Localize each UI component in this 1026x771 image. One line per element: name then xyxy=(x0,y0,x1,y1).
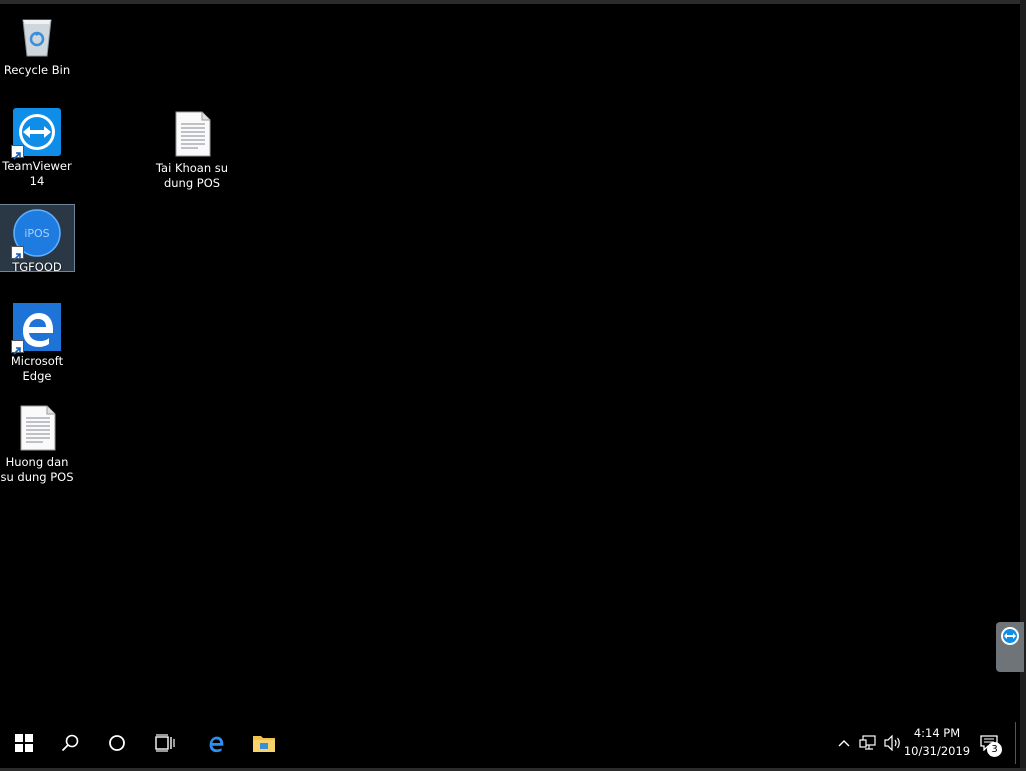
notification-count-badge: 3 xyxy=(987,742,1002,757)
taskbar-file-explorer-button[interactable] xyxy=(240,718,288,768)
desktop-icon-tai-khoan[interactable]: Tai Khoan su dung POS xyxy=(148,106,236,191)
desktop-icon-label: Microsoft Edge xyxy=(10,354,64,383)
show-desktop-button[interactable] xyxy=(1015,722,1016,764)
windows-start-icon xyxy=(15,734,33,752)
task-view-button[interactable] xyxy=(141,718,189,768)
clock-time: 4:14 PM xyxy=(913,726,961,740)
desktop-icon-label: TeamViewer 14 xyxy=(2,159,72,188)
desktop-icon-label: Recycle Bin xyxy=(3,63,71,77)
shortcut-arrow-icon xyxy=(11,246,24,261)
volume-button[interactable] xyxy=(882,718,904,768)
taskbar: 4:14 PM 10/31/2019 3 xyxy=(0,718,1020,768)
search-button[interactable] xyxy=(46,718,94,768)
network-button[interactable] xyxy=(857,718,879,768)
teamviewer-icon xyxy=(11,108,61,160)
network-icon xyxy=(859,735,876,750)
desktop-icon-label: Tai Khoan su dung POS xyxy=(155,161,229,190)
recycle-bin-icon xyxy=(13,12,61,60)
cortana-button[interactable] xyxy=(93,718,141,768)
clock-button[interactable]: 4:14 PM 10/31/2019 xyxy=(902,724,972,760)
desktop-icon-label: Huong dan su dung POS xyxy=(0,455,74,484)
volume-icon xyxy=(884,735,900,751)
shortcut-arrow-icon xyxy=(11,145,24,160)
text-document-icon xyxy=(13,404,61,452)
desktop-icon-huong-dan[interactable]: Huong dan su dung POS xyxy=(0,400,74,485)
desktop-icon-tgfood[interactable]: iPOS TGFOOD xyxy=(0,204,75,274)
desktop-icon-label: TGFOOD xyxy=(12,260,62,274)
shortcut-arrow-icon xyxy=(11,340,24,355)
show-hidden-icons-button[interactable] xyxy=(834,718,854,768)
start-button[interactable] xyxy=(0,718,48,768)
ipos-icon: iPOS xyxy=(11,209,61,261)
teamviewer-small-icon xyxy=(1001,627,1019,645)
desktop-icon-teamviewer[interactable]: TeamViewer 14 xyxy=(0,104,74,189)
desktop-icon-edge[interactable]: Microsoft Edge xyxy=(0,299,74,384)
teamviewer-panel-handle[interactable] xyxy=(996,622,1024,672)
chevron-up-icon xyxy=(838,740,850,747)
svg-text:iPOS: iPOS xyxy=(24,227,49,240)
task-view-icon xyxy=(155,734,175,752)
clock-date: 10/31/2019 xyxy=(903,744,971,758)
window-frame-top xyxy=(0,0,1026,4)
text-document-icon xyxy=(168,110,216,158)
desktop-icon-recycle-bin[interactable]: Recycle Bin xyxy=(0,8,74,78)
edge-icon xyxy=(11,303,61,355)
cortana-icon xyxy=(109,735,125,751)
edge-icon xyxy=(209,736,224,753)
file-explorer-icon xyxy=(253,736,275,752)
search-icon xyxy=(61,734,79,752)
taskbar-edge-button[interactable] xyxy=(192,718,240,768)
